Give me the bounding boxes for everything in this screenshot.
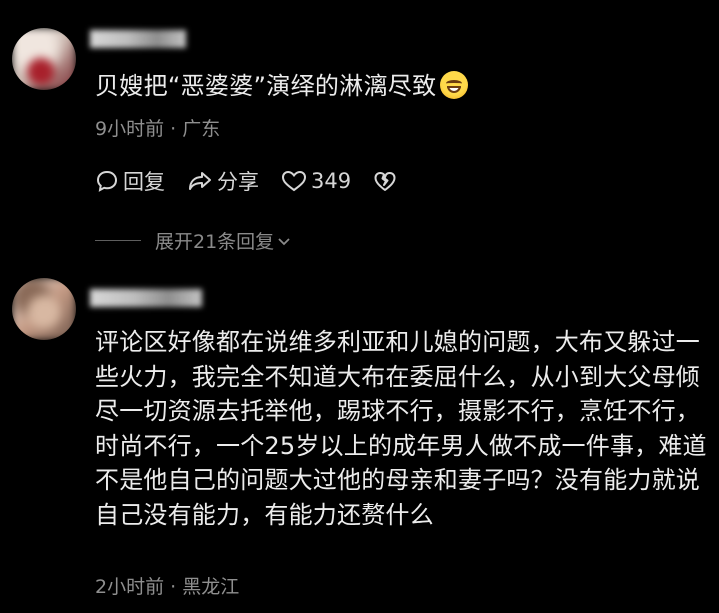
comment-text-content: 贝嫂把“恶婆婆”演绎的淋漓尽致 [95, 72, 437, 100]
comment-list: 贝嫂把“恶婆婆”演绎的淋漓尽致 9小时前 · 广东 回复 分享 349 展开21… [0, 0, 719, 613]
reply-icon [96, 170, 118, 192]
divider [95, 240, 141, 241]
comment-text: 贝嫂把“恶婆婆”演绎的淋漓尽致 [95, 70, 711, 102]
username-blurred[interactable] [90, 289, 202, 307]
comment-meta: 9小时前 · 广东 [95, 118, 221, 140]
share-icon [189, 172, 211, 190]
chevron-down-icon [278, 237, 290, 245]
reply-label: 回复 [123, 170, 165, 194]
avatar[interactable] [12, 28, 76, 90]
dislike-button[interactable] [373, 169, 401, 193]
comment-actions: 回复 分享 349 [95, 166, 423, 196]
like-count: 349 [311, 169, 352, 193]
expand-replies-label: 展开21条回复 [155, 231, 275, 253]
dislike-icon [374, 172, 396, 191]
like-button[interactable]: 349 [281, 169, 351, 193]
comment-meta: 2小时前 · 黑龙江 [95, 576, 240, 598]
heart-icon [281, 170, 307, 192]
grinning-sweat-emoji-icon [440, 71, 469, 99]
avatar[interactable] [12, 278, 76, 340]
comment-text: 评论区好像都在说维多利亚和儿媳的问题，大布又躲过一些火力，我完全不知道大布在委屈… [95, 328, 707, 529]
reply-button[interactable]: 回复 [95, 166, 165, 196]
share-label: 分享 [217, 170, 259, 194]
username-blurred[interactable] [90, 30, 186, 48]
expand-replies-button[interactable]: 展开21条回复 [95, 227, 292, 254]
share-button[interactable]: 分享 [187, 166, 259, 196]
